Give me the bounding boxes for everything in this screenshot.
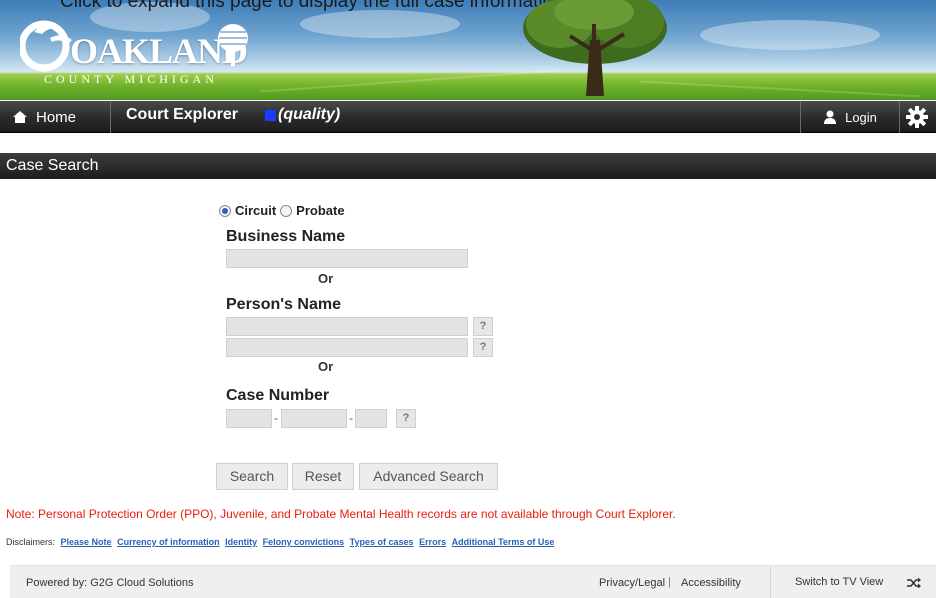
disclaimers-label: Disclaimers: xyxy=(6,537,56,547)
business-name-input[interactable] xyxy=(226,249,468,268)
app-title[interactable]: Court Explorer xyxy=(126,106,238,124)
last-name-help-button[interactable]: ? xyxy=(473,317,493,336)
home-icon xyxy=(13,111,27,123)
disclaimer-link-identity[interactable]: Identity xyxy=(225,537,257,547)
disclaimer-link-terms[interactable]: Additional Terms of Use xyxy=(452,537,555,547)
page-footer: Powered by: G2G Cloud Solutions Privacy/… xyxy=(10,565,936,598)
case-number-label: Case Number xyxy=(226,387,330,404)
case-year-input[interactable] xyxy=(226,409,272,428)
reset-button[interactable]: Reset xyxy=(292,463,354,490)
user-icon xyxy=(824,110,837,124)
privacy-legal-link[interactable]: Privacy/Legal xyxy=(599,577,665,589)
first-name-help-button[interactable]: ? xyxy=(473,338,493,357)
environment-color-square xyxy=(265,109,276,121)
case-number-dash: - xyxy=(274,411,278,425)
disclaimer-link-types-of-cases[interactable]: Types of cases xyxy=(350,537,414,547)
footer-separator: | xyxy=(668,576,671,588)
banner-top-text: Click to expand this page to display the… xyxy=(60,0,564,12)
search-button[interactable]: Search xyxy=(216,463,288,490)
disclaimers-bar: Disclaimers: Please Note Currency of inf… xyxy=(6,537,554,547)
accessibility-link[interactable]: Accessibility xyxy=(681,577,741,589)
case-number-dash: - xyxy=(349,411,353,425)
home-nav-label: Home xyxy=(36,108,77,126)
gear-icon[interactable] xyxy=(906,106,928,128)
probate-radio-label[interactable]: Probate xyxy=(296,203,344,218)
home-nav-item[interactable]: Home xyxy=(0,101,111,133)
circuit-radio[interactable] xyxy=(219,204,231,217)
circuit-radio-label[interactable]: Circuit xyxy=(235,203,276,218)
switch-to-tv-view-button[interactable]: Switch to TV View xyxy=(770,566,936,598)
top-navbar: Home Court Explorer (quality) Login xyxy=(0,101,936,133)
field-line xyxy=(260,69,560,93)
probate-radio[interactable] xyxy=(280,204,293,217)
page: Click to expand this page to display the… xyxy=(0,0,936,598)
or-separator: Or xyxy=(318,271,334,286)
court-type-radio-group: Circuit Probate xyxy=(219,203,349,218)
case-type-input[interactable] xyxy=(355,409,387,428)
login-button[interactable]: Login xyxy=(800,101,900,133)
first-name-input[interactable] xyxy=(226,338,468,357)
disclaimer-link-currency[interactable]: Currency of information xyxy=(117,537,220,547)
logo-tree-icon xyxy=(218,24,248,66)
persons-name-label: Person's Name xyxy=(226,296,341,313)
powered-by-text: Powered by: G2G Cloud Solutions xyxy=(26,577,194,589)
records-availability-note: Note: Personal Protection Order (PPO), J… xyxy=(6,507,676,521)
disclaimer-link-felony-convictions[interactable]: Felony convictions xyxy=(263,537,345,547)
environment-indicator: (quality) xyxy=(265,106,340,124)
logo-county-text: COUNTY MICHIGAN xyxy=(44,72,218,86)
disclaimer-link-please-note[interactable]: Please Note xyxy=(61,537,112,547)
tree-illustration xyxy=(523,0,667,96)
case-number-help-button[interactable]: ? xyxy=(396,409,416,428)
environment-label: (quality) xyxy=(278,106,341,123)
login-label: Login xyxy=(845,109,877,125)
or-separator: Or xyxy=(318,359,334,374)
header-banner: Click to expand this page to display the… xyxy=(0,0,936,100)
cloud-decoration xyxy=(300,10,460,38)
tv-view-label: Switch to TV View xyxy=(795,576,884,588)
disclaimer-link-errors[interactable]: Errors xyxy=(419,537,446,547)
advanced-search-button[interactable]: Advanced Search xyxy=(359,463,498,490)
shuffle-icon xyxy=(907,577,921,589)
last-name-input[interactable] xyxy=(226,317,468,336)
cloud-decoration xyxy=(700,20,880,50)
case-sequence-input[interactable] xyxy=(281,409,347,428)
oakland-county-logo[interactable]: OAKLAND COUNTY MICHIGAN xyxy=(20,14,250,86)
field-line xyxy=(640,80,920,98)
business-name-label: Business Name xyxy=(226,228,346,245)
section-title: Case Search xyxy=(0,153,936,179)
